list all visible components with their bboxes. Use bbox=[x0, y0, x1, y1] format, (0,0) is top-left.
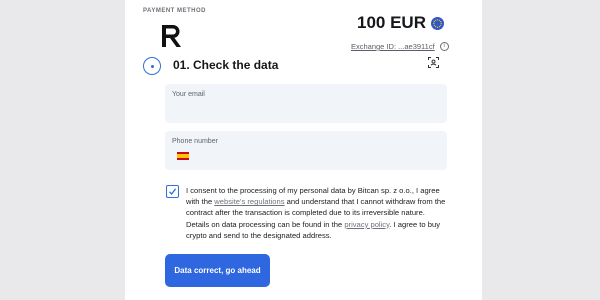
consent-text: I consent to the processing of my person… bbox=[186, 185, 448, 241]
email-field[interactable]: Your email bbox=[165, 84, 447, 123]
exchange-id-text: Exchange ID: ...ae3911cf bbox=[351, 42, 435, 51]
regulations-link[interactable]: website's regulations bbox=[214, 197, 284, 206]
exchange-id: Exchange ID: ...ae3911cf i bbox=[351, 42, 449, 51]
phone-label: Phone number bbox=[172, 138, 218, 145]
phone-input[interactable] bbox=[195, 151, 440, 165]
consent-checkbox[interactable] bbox=[166, 185, 179, 198]
step-title: 01. Check the data bbox=[173, 58, 279, 72]
info-icon[interactable]: i bbox=[439, 42, 449, 51]
email-input[interactable] bbox=[172, 104, 440, 118]
eu-stars-icon bbox=[430, 16, 444, 30]
phone-field[interactable]: Phone number bbox=[165, 131, 447, 170]
check-icon bbox=[169, 188, 177, 195]
payment-method-label: PAYMENT METHOD bbox=[143, 8, 207, 14]
amount-display: 100 EUR bbox=[357, 13, 444, 33]
privacy-policy-link[interactable]: privacy policy bbox=[344, 220, 389, 229]
submit-button[interactable]: Data correct, go ahead bbox=[165, 254, 270, 287]
scan-icon[interactable] bbox=[428, 57, 439, 68]
revolut-logo-icon bbox=[162, 25, 181, 47]
email-label: Your email bbox=[172, 91, 205, 98]
page: PAYMENT METHOD 100 EUR Exchange ID: ...a… bbox=[0, 0, 600, 300]
step-indicator-icon bbox=[143, 57, 161, 75]
amount-text: 100 EUR bbox=[357, 13, 426, 32]
spain-flag-icon[interactable] bbox=[177, 152, 189, 160]
